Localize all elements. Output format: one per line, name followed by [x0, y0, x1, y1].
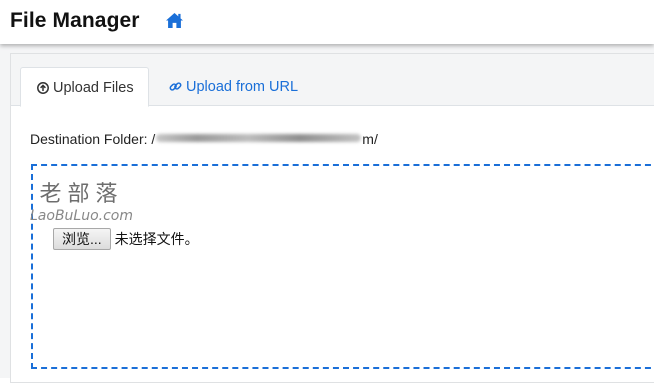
tab-upload-from-url[interactable]: Upload from URL — [155, 67, 312, 107]
tab-upload-files[interactable]: Upload Files — [20, 67, 149, 107]
watermark-cn: 老部落 — [39, 182, 124, 207]
file-input: 浏览... 未选择文件。 — [53, 228, 199, 250]
tab-bar: Upload Files Upload from URL — [11, 54, 654, 107]
tab-upload-files-label: Upload Files — [53, 80, 134, 96]
top-bar: File Manager — [0, 0, 654, 44]
browse-button[interactable]: 浏览... — [53, 228, 111, 250]
no-file-selected-text: 未选择文件。 — [114, 231, 199, 247]
tab-upload-from-url-label: Upload from URL — [186, 79, 299, 95]
destination-folder-label: Destination Folder: / — [30, 131, 156, 147]
app-title: File Manager — [10, 9, 140, 32]
watermark-en: LaoBuLuo.com — [30, 208, 134, 224]
destination-folder-suffix: m/ — [362, 131, 378, 147]
watermark: 老部落 LaoBuLuo.com — [30, 182, 134, 224]
redacted-path — [156, 134, 362, 142]
home-icon[interactable] — [165, 12, 184, 29]
main-content: Upload Files Upload from URL Destination… — [0, 44, 654, 383]
destination-folder: Destination Folder: / m/ — [30, 131, 378, 147]
arrow-circle-up-icon — [37, 82, 49, 94]
link-icon — [169, 82, 182, 91]
